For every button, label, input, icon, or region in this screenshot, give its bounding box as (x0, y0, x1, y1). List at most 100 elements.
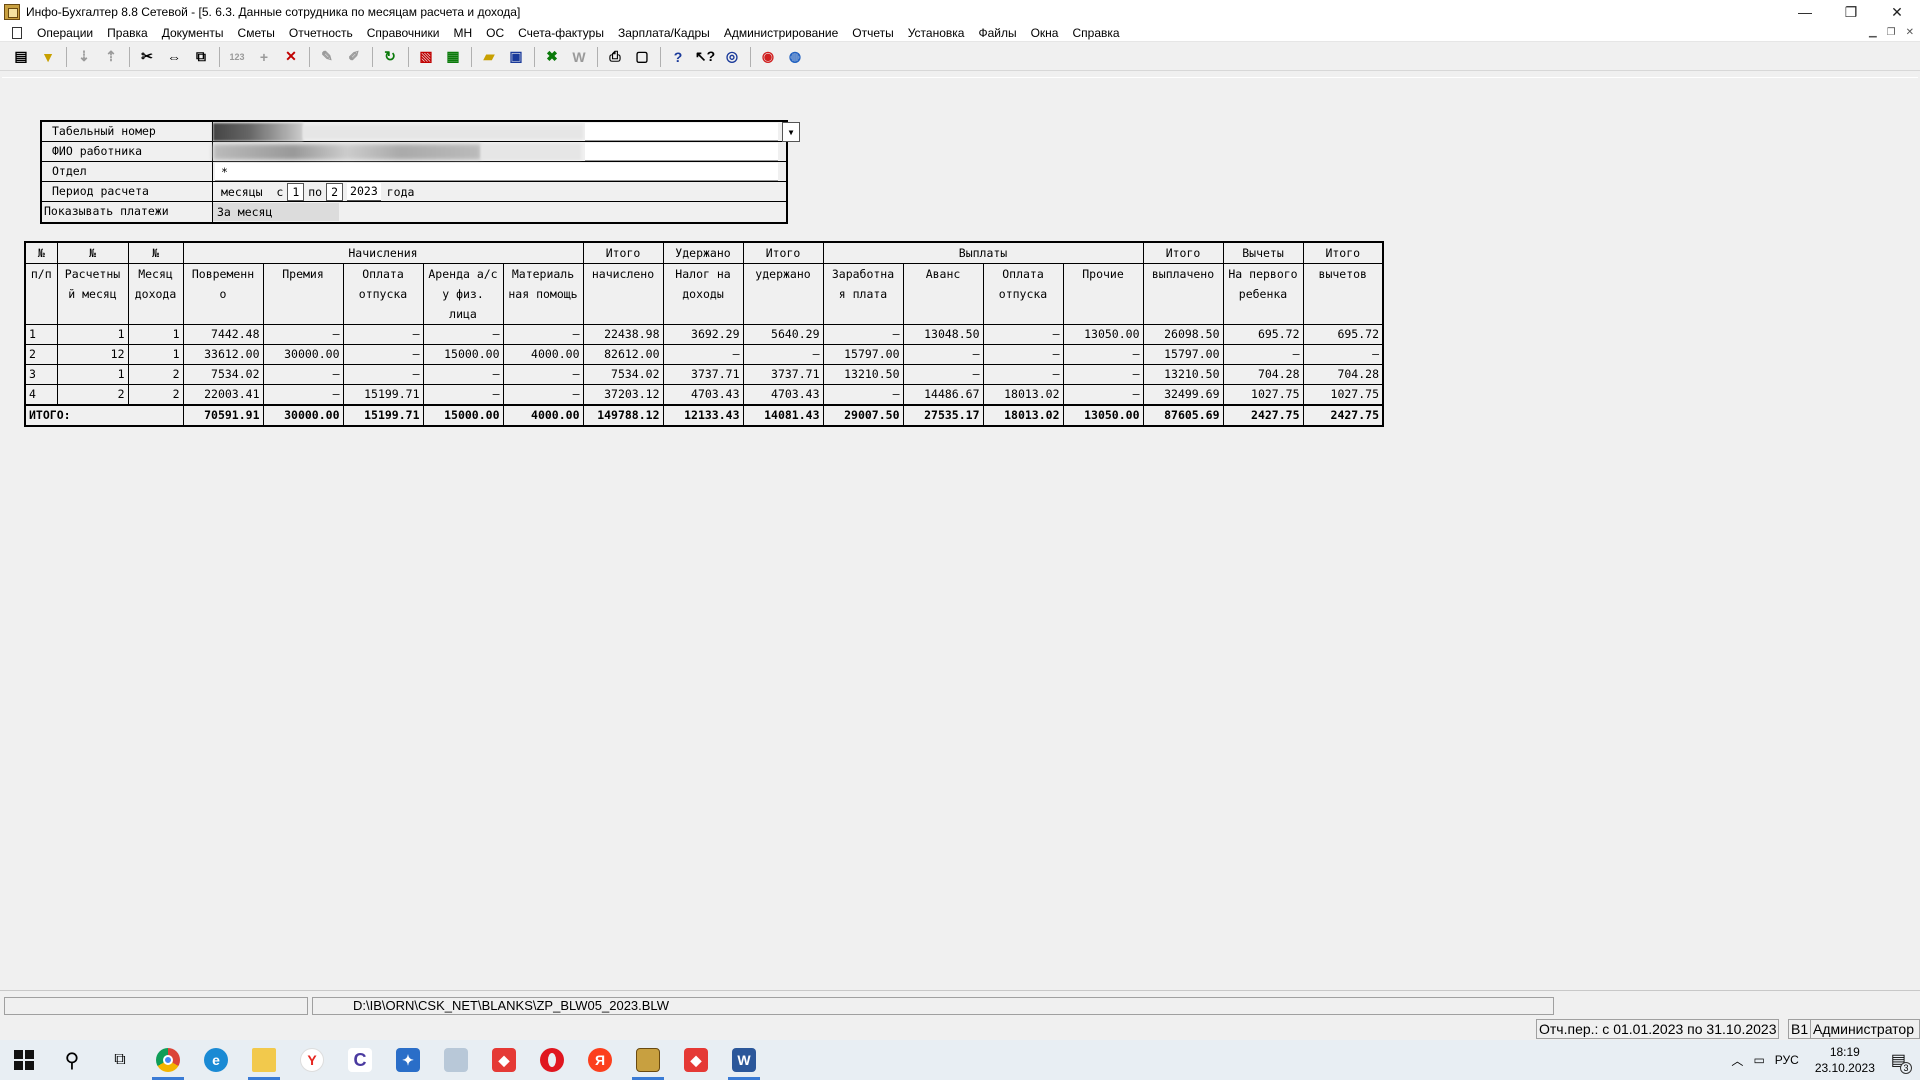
taskbar-c-app[interactable]: C (336, 1040, 384, 1080)
menu-operations[interactable]: Операции (30, 24, 100, 42)
open-folder-icon[interactable]: ▰ (478, 46, 500, 68)
taskbar-app-blue[interactable]: ✦ (384, 1040, 432, 1080)
cell-income-month: 2 (127, 364, 184, 385)
language-indicator[interactable]: РУС (1775, 1053, 1799, 1067)
tab-number-field[interactable]: ▼ (213, 122, 800, 142)
period-from-input[interactable]: 1 (287, 183, 305, 201)
restore-button[interactable]: ❐ (1828, 0, 1874, 24)
menu-windows[interactable]: Окна (1024, 24, 1066, 42)
menu-edit[interactable]: Правка (100, 24, 155, 42)
document-icon[interactable] (12, 26, 22, 39)
cell-total-deductions: 1027.75 (1302, 384, 1384, 406)
menu-documents[interactable]: Документы (155, 24, 231, 42)
menu-estimates[interactable]: Сметы (231, 24, 282, 42)
pdf-icon[interactable]: ▧ (415, 46, 437, 68)
taskbar-app-gray[interactable] (432, 1040, 480, 1080)
chevron-up-icon[interactable]: ︿ (1731, 1052, 1743, 1069)
total-total-paid: 87605.69 (1142, 404, 1224, 427)
globe-icon[interactable]: ◍ (784, 46, 806, 68)
menu-mn[interactable]: МН (446, 24, 479, 42)
save-icon[interactable]: ▣ (505, 46, 527, 68)
start-button[interactable] (0, 1040, 48, 1080)
taskbar-word[interactable]: W (720, 1040, 768, 1080)
table-row[interactable]: 4 2 2 22003.41–15199.71– –37203.12 4703.43 470… (24, 384, 1384, 406)
menu-help[interactable]: Справка (1065, 24, 1126, 42)
menu-setup[interactable]: Установка (901, 24, 972, 42)
show-payments-select[interactable]: За месяц (213, 203, 339, 221)
period-year-input[interactable]: 2023 (347, 183, 381, 201)
form-view-icon[interactable]: ▤ (10, 46, 32, 68)
table-row[interactable]: 3 1 2 7534.02– – – –7534.02 3737.71 3737.71 13210… (24, 364, 1384, 385)
mdi-restore-button[interactable]: ❐ (1887, 24, 1896, 42)
menu-admin[interactable]: Администрирование (717, 24, 845, 42)
context-help-icon[interactable]: ↖? (694, 46, 716, 68)
taskbar-yandex-browser[interactable]: Y (288, 1040, 336, 1080)
mdi-minimize-button[interactable]: ▁ (1869, 24, 1877, 42)
menu-invoices[interactable]: Счета-фактуры (511, 24, 611, 42)
calculator-icon[interactable]: ▦ (442, 46, 464, 68)
numbering-icon[interactable]: 123 (226, 46, 248, 68)
taskbar-opera[interactable] (528, 1040, 576, 1080)
add-icon[interactable]: + (253, 46, 275, 68)
preview-icon[interactable]: ▢ (631, 46, 653, 68)
fio-field[interactable] (213, 142, 786, 161)
cell-advance: 13048.50 (902, 324, 984, 345)
col-total-accrued-top: Итого (582, 241, 664, 264)
menu-os[interactable]: ОС (479, 24, 511, 42)
notifications-icon[interactable]: ▤ 3 (1891, 1050, 1912, 1074)
filter-icon[interactable]: ▼ (37, 46, 59, 68)
word-icon[interactable]: W (568, 46, 590, 68)
task-view-button[interactable]: ⧉ (96, 1040, 144, 1080)
sort-asc-icon[interactable]: ⇣ (73, 46, 95, 68)
cut-icon[interactable]: ✂ (136, 46, 158, 68)
delete-icon[interactable]: ✕ (280, 46, 302, 68)
total-aid: 4000.00 (502, 404, 584, 427)
taskbar-anydesk-2[interactable]: ◆ (672, 1040, 720, 1080)
table-row[interactable]: 1 1 1 7442.48– – – –22438.98 3692.29 5640.29–130… (24, 324, 1384, 345)
menu-reporting[interactable]: Отчетность (282, 24, 360, 42)
table-row[interactable]: 2 12 1 33612.00 30000.00–15000.00 4000.00 8261… (24, 344, 1384, 365)
cell-piece: 7442.48 (182, 324, 264, 345)
tab-number-combo[interactable] (585, 123, 778, 141)
taskbar-chrome[interactable] (144, 1040, 192, 1080)
taskbar-yandex[interactable]: Я (576, 1040, 624, 1080)
help-icon[interactable]: ? (667, 46, 689, 68)
fio-input[interactable] (585, 143, 778, 161)
total-label: ИТОГО: (24, 404, 184, 427)
mdi-close-button[interactable]: ✕ (1906, 24, 1914, 42)
redacted-area (481, 144, 581, 160)
clock[interactable]: 18:19 23.10.2023 (1815, 1044, 1875, 1076)
cell-vacation: 15199.71 (342, 384, 424, 406)
dept-input[interactable]: * (215, 163, 778, 181)
excel-icon[interactable]: ✖ (541, 46, 563, 68)
copy-icon[interactable]: ⧉ (190, 46, 212, 68)
toolbar-separator (471, 46, 472, 67)
taskbar-anydesk-1[interactable]: ◆ (480, 1040, 528, 1080)
period-to-input[interactable]: 2 (326, 183, 344, 201)
sort-desc-icon[interactable]: ⇡ (100, 46, 122, 68)
taskbar-explorer[interactable] (240, 1040, 288, 1080)
toolbar: ▤ ▼ ⇣ ⇡ ✂ ⇔ ⧉ 123 + ✕ ✎ ✐ ↻ ▧ ▦ ▰ ▣ ✖ W … (0, 43, 1920, 71)
app-icon (4, 4, 20, 20)
col-withheld-top: Удержано (662, 241, 744, 264)
close-button[interactable]: ✕ (1874, 0, 1920, 24)
refresh-icon[interactable]: ↻ (379, 46, 401, 68)
mark-icon[interactable]: ✎ (316, 46, 338, 68)
unmark-icon[interactable]: ✐ (343, 46, 365, 68)
print-icon[interactable]: ⎙ (604, 46, 626, 68)
taskbar-edge[interactable]: e (192, 1040, 240, 1080)
minimize-button[interactable]: — (1782, 0, 1828, 24)
menu-directories[interactable]: Справочники (360, 24, 447, 42)
move-icon[interactable]: ⇔ (163, 46, 185, 68)
total-total-withheld: 14081.43 (742, 404, 824, 427)
lifebuoy-icon[interactable]: ◉ (757, 46, 779, 68)
taskbar-infobuhgalter[interactable] (624, 1040, 672, 1080)
dropdown-arrow-icon[interactable]: ▼ (782, 122, 800, 142)
menu-payroll[interactable]: Зарплата/Кадры (611, 24, 717, 42)
network-icon[interactable]: ▭ (1753, 1053, 1764, 1067)
menu-files[interactable]: Файлы (971, 24, 1023, 42)
menu-reports[interactable]: Отчеты (845, 24, 900, 42)
total-income-tax: 12133.43 (662, 404, 744, 427)
compass-icon[interactable]: ◎ (721, 46, 743, 68)
search-button[interactable]: ⚲ (48, 1040, 96, 1080)
